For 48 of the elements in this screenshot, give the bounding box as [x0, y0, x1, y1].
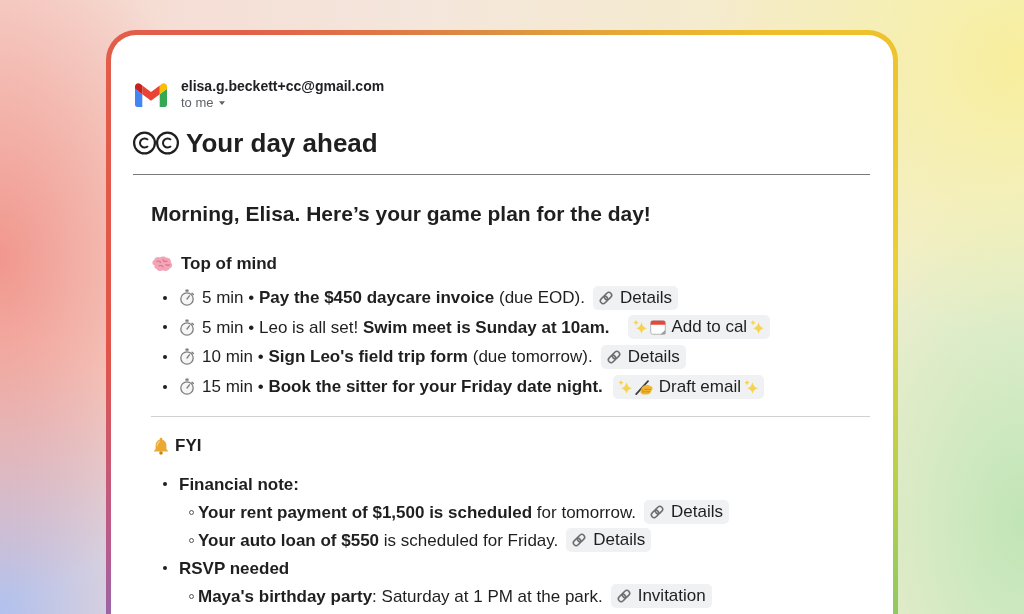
- bell-icon: [152, 437, 170, 456]
- recipient-dropdown[interactable]: to me: [181, 95, 225, 111]
- section-heading: FYI: [175, 435, 202, 458]
- bullet-icon: [163, 295, 167, 300]
- writing-hand-icon: [634, 378, 653, 395]
- note-text: Your rent payment of $1,500 is scheduled for tomorrow.: [198, 501, 637, 523]
- brain-icon: [151, 256, 173, 272]
- bullet-icon: [163, 355, 167, 359]
- stopwatch-icon: [179, 318, 195, 336]
- link-icon: [571, 532, 588, 549]
- suggestion-chip[interactable]: Draft email: [612, 374, 764, 399]
- cc-logo-icon: [133, 131, 179, 155]
- note-heading: RSVP needed: [179, 557, 290, 579]
- m-logo-icon: [135, 82, 167, 107]
- bullet-icon: [163, 325, 167, 330]
- link-chip[interactable]: Details: [644, 500, 729, 525]
- greeting-heading: Morning, Elisa. Here’s your game plan for the day!: [151, 201, 652, 227]
- stopwatch-icon: [179, 348, 195, 366]
- note-heading: Financial note:: [179, 473, 299, 495]
- caret-icon: [218, 101, 225, 105]
- link-icon: [605, 349, 622, 365]
- link-chip[interactable]: Details: [593, 285, 678, 310]
- link-icon: [598, 289, 614, 306]
- stopwatch-icon: [179, 289, 195, 307]
- note-text: Your auto loan of $550 is scheduled for Friday.: [198, 529, 559, 551]
- sparkle-icon: [632, 320, 647, 335]
- sparkle-icon: [750, 320, 765, 335]
- note-text: Maya's birthday party: Saturday at 1 PM at the park.: [198, 585, 603, 607]
- link-chip[interactable]: Details: [600, 345, 686, 369]
- sparkle-icon: [744, 379, 758, 394]
- email-subject: Your day ahead: [186, 127, 378, 159]
- sender-email: elisa.g.beckett+cc@gmail.com: [181, 78, 385, 95]
- bullet-icon: [163, 566, 167, 571]
- stopwatch-icon: [179, 378, 195, 396]
- link-icon: [615, 588, 632, 605]
- calendar-icon: [649, 319, 666, 336]
- link-chip[interactable]: Invitation: [610, 584, 712, 609]
- link-chip[interactable]: Details: [566, 528, 652, 553]
- task-text: 15 min • Book the sitter for your Friday date night.: [202, 376, 603, 398]
- link-icon: [649, 504, 666, 521]
- bullet-icon: [163, 482, 167, 487]
- section-heading: Top of mind: [181, 253, 277, 275]
- bullet-icon: [163, 384, 167, 389]
- task-text: 5 min • Leo is all set! Swim meet is Sunday at 10am.: [202, 316, 610, 338]
- task-text: 10 min • Sign Leo's field trip form (due tomorrow).: [202, 346, 593, 368]
- task-text: 5 min • Pay the $450 daycare invoice (due EOD).: [202, 287, 585, 309]
- suggestion-chip[interactable]: Add to cal: [627, 315, 771, 340]
- sparkle-icon: [617, 379, 632, 394]
